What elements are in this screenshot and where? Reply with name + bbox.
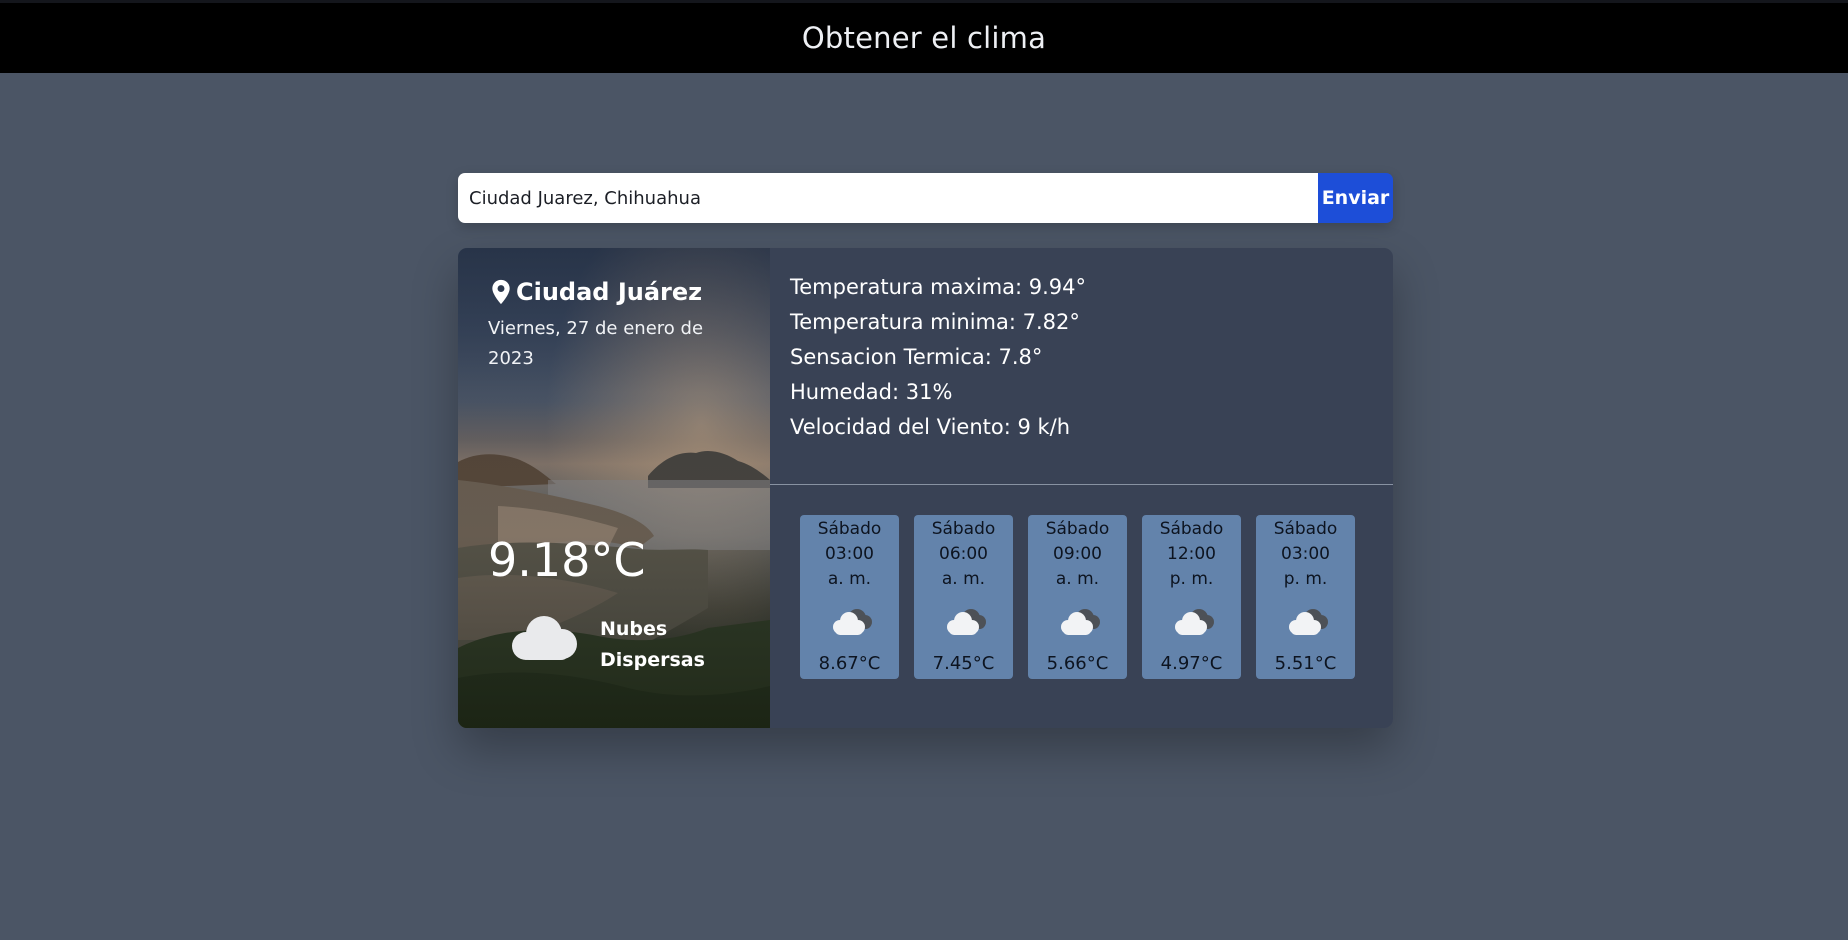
forecast-day: Sábado [931, 519, 996, 539]
forecast-card: Sábado 03:00 p. m. 5.51°C [1256, 515, 1355, 679]
forecast-card: Sábado 03:00 a. m. 8.67°C [800, 515, 899, 679]
current-temperature: 9.18°C [488, 533, 646, 587]
forecast-time: 09:00 [1053, 544, 1102, 564]
forecast-day: Sábado [817, 519, 882, 539]
humidity: Humedad: 31% [790, 380, 953, 404]
city-name: Ciudad Juárez [516, 278, 703, 306]
current-weather: Ciudad Juárez Viernes, 27 de enero de 20… [458, 248, 770, 728]
broken-clouds-icon [947, 609, 986, 635]
weather-details: Temperatura maxima: 9.94° Temperatura mi… [790, 270, 1086, 445]
forecast-time: 03:00 [1281, 544, 1330, 564]
weather-card: Ciudad Juárez Viernes, 27 de enero de 20… [458, 248, 1393, 728]
submit-button[interactable]: Enviar [1318, 173, 1393, 223]
search-form: Enviar [458, 173, 1393, 223]
details-panel: Temperatura maxima: 9.94° Temperatura mi… [770, 248, 1393, 728]
forecast-temperature: 4.97°C [1160, 653, 1223, 674]
broken-clouds-icon [1289, 609, 1328, 635]
forecast-time: 12:00 [1167, 544, 1216, 564]
city-background-image: Ciudad Juárez Viernes, 27 de enero de 20… [458, 248, 770, 728]
forecast-temperature: 5.66°C [1046, 653, 1109, 674]
city-search-input[interactable] [458, 173, 1318, 223]
broken-clouds-icon [1175, 609, 1214, 635]
divider [770, 484, 1393, 485]
current-date: Viernes, 27 de enero de 2023 [488, 318, 704, 369]
weather-description: Nubes Dispersas [600, 618, 705, 671]
forecast-ampm: a. m. [941, 569, 986, 589]
forecast-time: 06:00 [939, 544, 988, 564]
feels-like: Sensacion Termica: 7.8° [790, 345, 1043, 369]
page-title: Obtener el clima [801, 21, 1047, 55]
max-temperature: Temperatura maxima: 9.94° [790, 275, 1087, 299]
location: Ciudad Juárez [490, 278, 702, 306]
broken-clouds-icon [833, 609, 872, 635]
broken-clouds-icon [1061, 609, 1100, 635]
forecast-card: Sábado 09:00 a. m. 5.66°C [1028, 515, 1127, 679]
forecast-temperature: 7.45°C [932, 653, 995, 674]
forecast-day: Sábado [1273, 519, 1338, 539]
forecast-ampm: p. m. [1283, 569, 1328, 589]
cloud-icon [512, 616, 577, 660]
forecast-list: Sábado 03:00 a. m. 8.67°C Sábado 06:00 a… [800, 515, 1355, 679]
wind-speed: Velocidad del Viento: 9 k/h [790, 415, 1071, 439]
forecast-card: Sábado 12:00 p. m. 4.97°C [1142, 515, 1241, 679]
forecast-ampm: a. m. [827, 569, 872, 589]
forecast-temperature: 8.67°C [818, 653, 881, 674]
forecast-time: 03:00 [825, 544, 874, 564]
forecast-temperature: 5.51°C [1274, 653, 1337, 674]
forecast-card: Sábado 06:00 a. m. 7.45°C [914, 515, 1013, 679]
forecast-ampm: p. m. [1169, 569, 1214, 589]
top-bar: Obtener el clima [0, 0, 1848, 73]
min-temperature: Temperatura minima: 7.82° [790, 310, 1080, 334]
map-pin-icon [492, 279, 510, 305]
forecast-day: Sábado [1045, 519, 1110, 539]
forecast-day: Sábado [1159, 519, 1224, 539]
forecast-ampm: a. m. [1055, 569, 1100, 589]
